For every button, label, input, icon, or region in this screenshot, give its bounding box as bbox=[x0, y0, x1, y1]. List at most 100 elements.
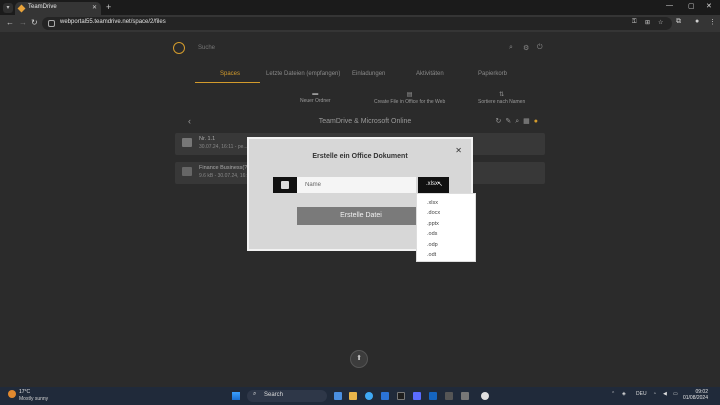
taskbar-search[interactable]: ⌕ Search bbox=[247, 390, 327, 402]
tab-list-chevron-down-icon[interactable]: ▾ bbox=[3, 3, 13, 13]
sort-icon: ⇅ bbox=[499, 92, 505, 98]
extension-option-xlsx[interactable]: .xlsx bbox=[427, 200, 438, 206]
terminal-icon[interactable] bbox=[397, 392, 405, 400]
logout-icon[interactable]: ⏻ bbox=[537, 44, 543, 52]
translate-icon[interactable]: ⊞ bbox=[645, 19, 650, 26]
app-header: Suche ⌕ ⚙ ⏻ Spaces Letzte Dateien (empfa… bbox=[0, 32, 720, 110]
url-field[interactable]: webportal55.teamdrive.net/space/2/files … bbox=[42, 17, 672, 30]
teamdrive-favicon-icon bbox=[17, 4, 26, 13]
file-explorer-icon[interactable] bbox=[349, 392, 357, 400]
edit-icon[interactable]: ✎ bbox=[505, 118, 515, 125]
browser-tab[interactable]: TeamDrive ✕ bbox=[15, 2, 101, 15]
tab-activities[interactable]: Aktivitäten bbox=[416, 71, 444, 77]
sort-by-name-button[interactable]: ⇅ Sortiere nach Namen bbox=[478, 91, 525, 105]
new-tab-icon[interactable]: + bbox=[106, 2, 111, 12]
chrome-icon[interactable] bbox=[481, 392, 489, 400]
battery-icon[interactable]: ▭ bbox=[673, 391, 678, 397]
tray-chevron-up-icon[interactable]: ⌃ bbox=[611, 391, 615, 397]
clock-date: 01/08/2024 bbox=[682, 395, 708, 401]
file-meta: 30.07.24, 16:11 - pe... bbox=[199, 144, 248, 150]
active-tab-indicator bbox=[195, 82, 260, 83]
system-clock[interactable]: 09:02 01/08/2024 bbox=[680, 389, 708, 401]
dialog-title: Erstelle ein Office Dokument bbox=[312, 153, 408, 160]
extensions-icon[interactable]: ⧉ bbox=[676, 18, 681, 26]
profile-icon[interactable]: ● bbox=[695, 18, 699, 25]
teams-icon[interactable] bbox=[413, 392, 421, 400]
taskbar-search-label: Search bbox=[264, 392, 284, 398]
volume-icon[interactable]: ◀ bbox=[663, 391, 667, 397]
refresh-icon[interactable]: ↻ bbox=[495, 118, 505, 125]
file-meta: 9.6 kB - 30.07.24, 16:... bbox=[199, 173, 251, 179]
wifi-icon[interactable]: ◔ bbox=[653, 391, 656, 397]
tab-title: TeamDrive bbox=[28, 4, 57, 10]
file-type-icon bbox=[273, 177, 297, 193]
tray-app-icon[interactable]: ◈ bbox=[622, 391, 626, 397]
windows-start-icon[interactable] bbox=[232, 392, 240, 400]
app-icon[interactable] bbox=[445, 392, 453, 400]
edge-browser-icon[interactable] bbox=[365, 392, 373, 400]
password-key-icon[interactable]: ⚿ bbox=[632, 19, 637, 26]
menu-icon[interactable]: ⋮ bbox=[709, 18, 716, 26]
site-info-icon[interactable] bbox=[48, 20, 55, 27]
tab-close-icon[interactable]: ✕ bbox=[92, 4, 97, 11]
office-file-icon: ▤ bbox=[406, 92, 413, 98]
folder-plus-icon: ▬ bbox=[312, 91, 319, 97]
tab-spaces[interactable]: Spaces bbox=[220, 71, 240, 77]
extension-option-docx[interactable]: .docx bbox=[427, 210, 440, 216]
document-name-input[interactable] bbox=[297, 177, 416, 193]
minimize-icon[interactable]: — bbox=[666, 2, 673, 9]
forward-icon[interactable]: → bbox=[19, 18, 27, 27]
windows-taskbar: 17°C Mostly sunny ⌕ Search ⌃ ◈ DEU ◔ ◀ ▭… bbox=[0, 387, 720, 405]
maximize-icon[interactable]: ▢ bbox=[688, 2, 695, 10]
create-office-file-label: Create File in Office for the Web bbox=[374, 99, 446, 105]
document-input-row: .xlsx ↖ bbox=[273, 177, 449, 193]
search-icon: ⌕ bbox=[253, 391, 257, 397]
search-placeholder[interactable]: Suche bbox=[198, 45, 215, 51]
search-files-icon[interactable]: ⌕ bbox=[515, 118, 523, 125]
file-name: Finance Business(?) bbox=[199, 165, 250, 171]
action-bar: ▬ Neuer Ordner ▤ Create File in Office f… bbox=[0, 90, 720, 110]
create-office-file-button[interactable]: ▤ Create File in Office for the Web bbox=[374, 91, 445, 105]
grid-view-icon[interactable]: ▦ bbox=[523, 118, 534, 125]
mouse-cursor-icon: ↖ bbox=[437, 181, 443, 188]
window-close-icon[interactable]: ✕ bbox=[706, 2, 712, 10]
weather-sun-icon[interactable] bbox=[8, 390, 16, 398]
star-icon[interactable]: ☆ bbox=[658, 19, 663, 26]
address-bar: ← → ↻ webportal55.teamdrive.net/space/2/… bbox=[0, 15, 720, 32]
extension-dropdown: .xlsx .docx .pptx .ods .odp .odt bbox=[416, 193, 476, 262]
document-glyph-icon bbox=[281, 181, 289, 189]
info-icon[interactable]: ● bbox=[534, 118, 542, 125]
weather-description: Mostly sunny bbox=[19, 396, 49, 402]
language-indicator[interactable]: DEU bbox=[636, 391, 647, 397]
weather-temperature: 17°C bbox=[19, 389, 31, 395]
url-text: webportal55.teamdrive.net/space/2/files bbox=[60, 19, 166, 25]
extension-select[interactable]: .xlsx ↖ bbox=[418, 177, 449, 193]
upload-fab-button[interactable]: ⬆ bbox=[350, 350, 368, 368]
create-file-button[interactable]: Erstelle Datei bbox=[297, 207, 425, 225]
tab-invitations[interactable]: Einladungen bbox=[352, 71, 385, 77]
tab-recent-files[interactable]: Letzte Dateien (empfangen) bbox=[266, 71, 340, 77]
extension-option-odt[interactable]: .odt bbox=[427, 252, 436, 258]
folder-icon bbox=[182, 138, 192, 147]
browser-tab-bar: ▾ TeamDrive ✕ + — ▢ ✕ bbox=[0, 0, 720, 15]
task-view-icon[interactable] bbox=[334, 392, 342, 400]
new-folder-button[interactable]: ▬ Neuer Ordner bbox=[300, 91, 331, 104]
teamdrive-logo-icon[interactable] bbox=[173, 42, 185, 54]
word-icon[interactable] bbox=[429, 392, 437, 400]
search-icon[interactable]: ⌕ bbox=[509, 44, 513, 52]
app-icon[interactable] bbox=[461, 392, 469, 400]
document-icon bbox=[182, 167, 192, 176]
tab-trash[interactable]: Papierkorb bbox=[478, 71, 507, 77]
extension-option-pptx[interactable]: .pptx bbox=[427, 221, 439, 227]
folder-header: ‹ TeamDrive & Microsoft Online ↻✎⌕▦● bbox=[180, 115, 550, 129]
extension-option-ods[interactable]: .ods bbox=[427, 231, 437, 237]
settings-gear-icon[interactable]: ⚙ bbox=[523, 44, 529, 52]
extension-option-odp[interactable]: .odp bbox=[427, 242, 438, 248]
folder-tools: ↻✎⌕▦● bbox=[495, 117, 542, 126]
store-icon[interactable] bbox=[381, 392, 389, 400]
back-icon[interactable]: ← bbox=[6, 18, 14, 27]
sort-by-name-label: Sortiere nach Namen bbox=[478, 99, 526, 105]
new-folder-label: Neuer Ordner bbox=[300, 98, 331, 104]
reload-icon[interactable]: ↻ bbox=[31, 18, 38, 27]
file-name: Nr. 1.1 bbox=[199, 136, 216, 142]
